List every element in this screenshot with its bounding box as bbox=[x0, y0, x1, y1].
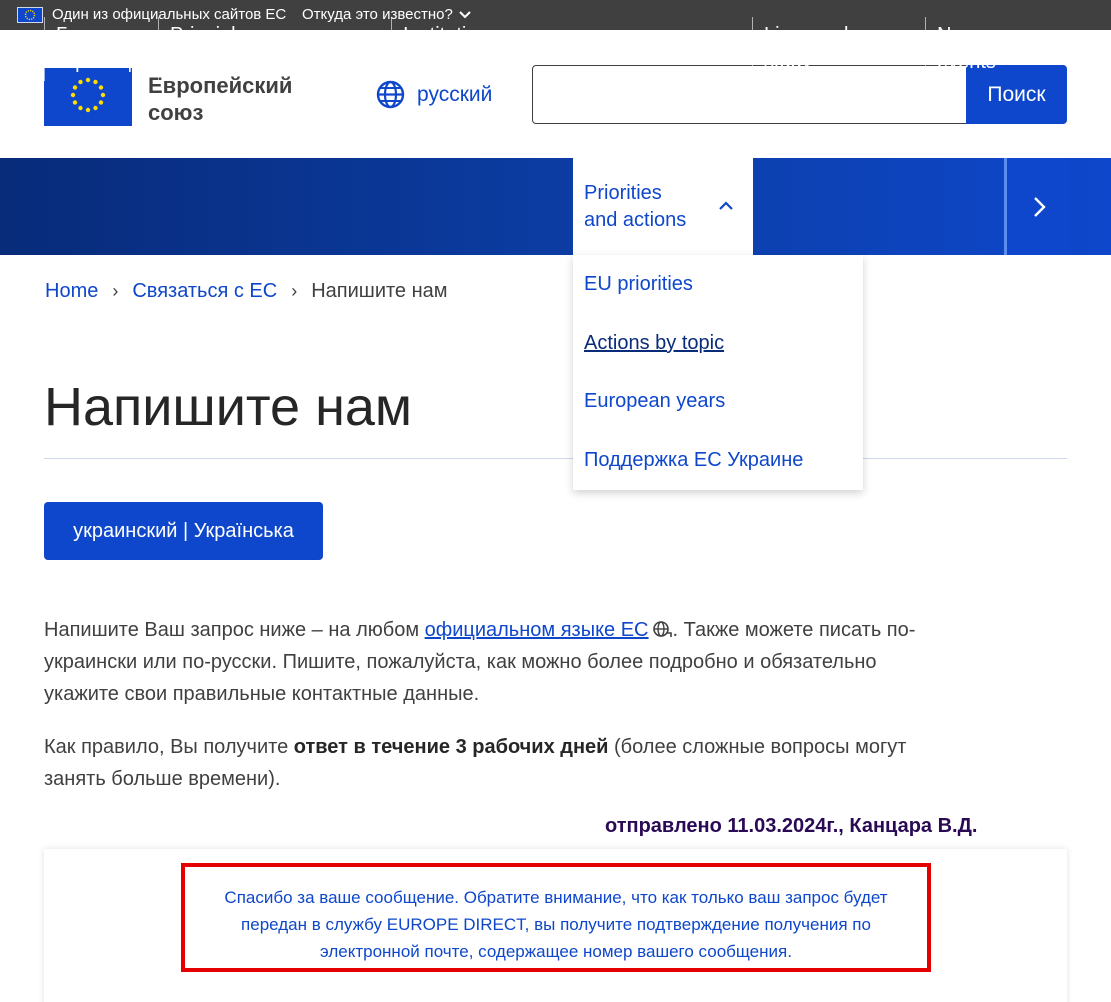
external-globe-icon bbox=[652, 621, 672, 637]
breadcrumb-contact-link[interactable]: Связаться с ЕС bbox=[132, 280, 277, 303]
breadcrumb-current: Напишите нам bbox=[311, 280, 448, 302]
ukrainian-language-button[interactable]: украинский | Українська bbox=[44, 502, 323, 560]
response-text: (более сложные вопросы могут bbox=[608, 736, 907, 758]
confirmation-line: электронной почте, содержащее номер ваше… bbox=[320, 942, 792, 961]
confirmation-message: Спасибо за ваше сообщение. Обратите вним… bbox=[181, 863, 931, 972]
breadcrumb: Home › Связаться с ЕС › Напишите нам bbox=[45, 280, 448, 303]
intro-text: укажите свои правильные контактные данны… bbox=[44, 683, 480, 705]
intro-text: Напишите Ваш запрос ниже – на любом bbox=[44, 619, 425, 641]
nav-label-line1: Priorities bbox=[584, 182, 662, 204]
breadcrumb-chevron-icon: › bbox=[291, 281, 298, 301]
dropdown-item-eu-priorities[interactable]: EU priorities bbox=[584, 273, 693, 296]
nav-label-line1: News a bbox=[937, 24, 1004, 46]
nav-label-line1: Главная bbox=[56, 24, 133, 46]
nav-separator bbox=[391, 17, 392, 81]
nav-label-line1: Principles, bbox=[170, 24, 263, 46]
intro-text: украински или по-русски. Пишите, пожалуй… bbox=[44, 651, 877, 673]
title-divider bbox=[44, 458, 1067, 459]
nav-separator bbox=[925, 17, 926, 81]
intro-paragraph: Напишите Ваш запрос ниже – на любом офиц… bbox=[44, 614, 994, 710]
nav-label-line2: countries, history bbox=[170, 51, 322, 73]
chevron-down-icon bbox=[892, 45, 906, 54]
globe-icon bbox=[376, 80, 405, 109]
sent-annotation: отправлено 11.03.2024г., Канцара В.Д. bbox=[605, 815, 978, 837]
nav-scroll-right-button[interactable] bbox=[1004, 158, 1070, 255]
language-selector[interactable]: русский bbox=[376, 80, 492, 109]
nav-label-line1: Institutions, bbox=[403, 24, 505, 46]
page-title: Напишите нам bbox=[44, 377, 413, 437]
nav-separator bbox=[752, 17, 753, 81]
eu-flag-mini-icon bbox=[17, 7, 43, 23]
nav-item-home[interactable]: Главная страница bbox=[44, 17, 156, 81]
nav-label-line2: and actions bbox=[584, 209, 687, 231]
language-label: русский bbox=[417, 82, 493, 106]
nav-item-label: Live, work, study bbox=[752, 22, 860, 76]
nav-item-label: Priorities and actions bbox=[584, 180, 686, 234]
intro-text: . Также можете писать по- bbox=[672, 619, 916, 641]
nav-item-news-events[interactable]: News a events bbox=[925, 17, 1005, 81]
nav-item-label: News a events bbox=[925, 22, 1004, 76]
confirmation-line: Спасибо за ваше сообщение. Обратите вним… bbox=[224, 888, 888, 907]
nav-item-label: Главная страница bbox=[44, 22, 142, 76]
response-time-bold: ответ в течение 3 рабочих дней bbox=[293, 736, 609, 758]
main-navigation bbox=[0, 158, 1111, 255]
chevron-up-icon bbox=[719, 201, 733, 210]
nav-separator bbox=[158, 17, 159, 81]
site-name-line2: союз bbox=[148, 100, 204, 125]
response-text: Как правило, Вы получите bbox=[44, 736, 294, 758]
response-time-paragraph: Как правило, Вы получите ответ в течение… bbox=[44, 731, 994, 795]
nav-label-line2: events bbox=[937, 51, 996, 73]
nav-item-label: Principles, countries, history bbox=[158, 22, 321, 76]
official-languages-link[interactable]: официальном языке ЕС bbox=[425, 619, 649, 641]
nav-item-priorities[interactable]: Priorities and actions bbox=[573, 158, 753, 255]
dropdown-item-actions-by-topic[interactable]: Actions by topic bbox=[584, 332, 724, 355]
chevron-down-icon bbox=[538, 45, 552, 54]
breadcrumb-chevron-icon: › bbox=[112, 281, 119, 301]
nav-label-line2: law, budget bbox=[403, 51, 505, 73]
nav-item-live-work-study[interactable]: Live, work, study bbox=[752, 17, 922, 81]
nav-item-label: Institutions, law, budget bbox=[391, 22, 504, 76]
nav-item-institutions[interactable]: Institutions, law, budget bbox=[391, 17, 571, 81]
dropdown-item-european-years[interactable]: European years bbox=[584, 390, 725, 413]
nav-label-line2: страница bbox=[56, 51, 143, 73]
nav-item-principles[interactable]: Principles, countries, history bbox=[158, 17, 390, 81]
chevron-down-icon bbox=[358, 45, 372, 54]
chevron-right-icon bbox=[1033, 196, 1046, 217]
breadcrumb-home-link[interactable]: Home bbox=[45, 280, 98, 303]
response-text: занять больше времени). bbox=[44, 768, 281, 790]
priorities-dropdown-menu: EU priorities Actions by topic European … bbox=[573, 255, 863, 490]
nav-label-line2: study bbox=[764, 51, 812, 73]
nav-label-line1: Live, work, bbox=[764, 24, 860, 46]
nav-separator bbox=[44, 17, 45, 81]
dropdown-item-support-ukraine[interactable]: Поддержка ЕС Украине bbox=[584, 449, 803, 472]
confirmation-line: передан в службу EUROPE DIRECT, вы получ… bbox=[241, 915, 871, 934]
